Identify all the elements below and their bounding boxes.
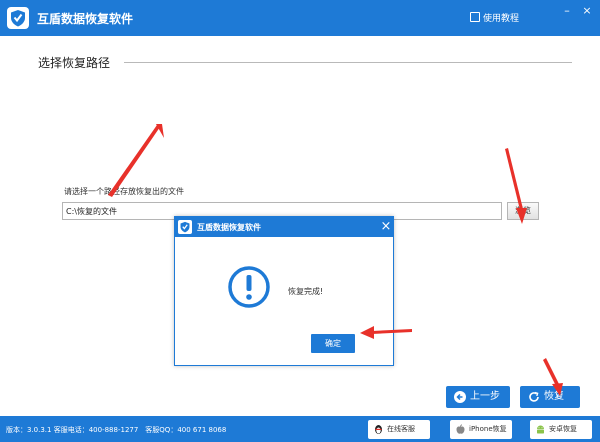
minimize-button[interactable]: – (560, 4, 574, 18)
qq-penguin-icon (375, 425, 382, 434)
dialog-logo-icon (178, 220, 192, 234)
close-icon: × (380, 219, 392, 234)
app-logo-icon (7, 7, 29, 29)
previous-step-label: 上一步 (470, 391, 500, 402)
online-service-label: 在线客服 (387, 425, 415, 433)
android-recovery-button[interactable]: 安卓恢复 (530, 420, 592, 439)
tutorial-link[interactable]: 使用教程 (470, 11, 519, 24)
browse-button[interactable]: 浏览 (507, 202, 539, 220)
section-title: 选择恢复路径 (38, 56, 111, 70)
android-icon (537, 425, 544, 434)
previous-step-button[interactable]: 上一步 (446, 386, 510, 408)
dialog-title: 互盾数据恢复软件 (197, 223, 261, 232)
android-recovery-label: 安卓恢复 (549, 425, 577, 433)
book-icon (470, 12, 480, 22)
close-icon: × (582, 4, 592, 17)
recover-label: 恢复 (544, 391, 564, 402)
arrow-left-icon (454, 391, 466, 403)
ok-button[interactable]: 确定 (311, 334, 355, 353)
iphone-recovery-button[interactable]: iPhone恢复 (450, 420, 512, 439)
minimize-icon: – (564, 4, 570, 17)
dialog-close-button[interactable]: × (379, 219, 393, 235)
recover-button[interactable]: 恢复 (520, 386, 580, 408)
completion-dialog: 互盾数据恢复软件 × 恢复完成! 确定 (174, 216, 394, 366)
section-divider (124, 62, 572, 63)
iphone-recovery-label: iPhone恢复 (469, 425, 507, 433)
refresh-icon (529, 391, 539, 402)
status-bar: 版本：3.0.3.1 客服电话：400-888-1277 客服QQ：400 67… (0, 416, 600, 442)
close-button[interactable]: × (580, 4, 594, 18)
title-bar: 互盾数据恢复软件 使用教程 – × (0, 0, 600, 36)
path-label: 请选择一个路径存放恢复出的文件 (64, 187, 184, 196)
dialog-header: 互盾数据恢复软件 × (175, 217, 393, 237)
app-title: 互盾数据恢复软件 (37, 12, 134, 26)
dialog-message: 恢复完成! (288, 287, 324, 296)
apple-icon (456, 424, 465, 434)
version-info: 版本：3.0.3.1 客服电话：400-888-1277 客服QQ：400 67… (6, 426, 227, 434)
exclamation-circle-icon (227, 265, 271, 309)
online-service-button[interactable]: 在线客服 (368, 420, 430, 439)
tutorial-label: 使用教程 (483, 14, 520, 24)
